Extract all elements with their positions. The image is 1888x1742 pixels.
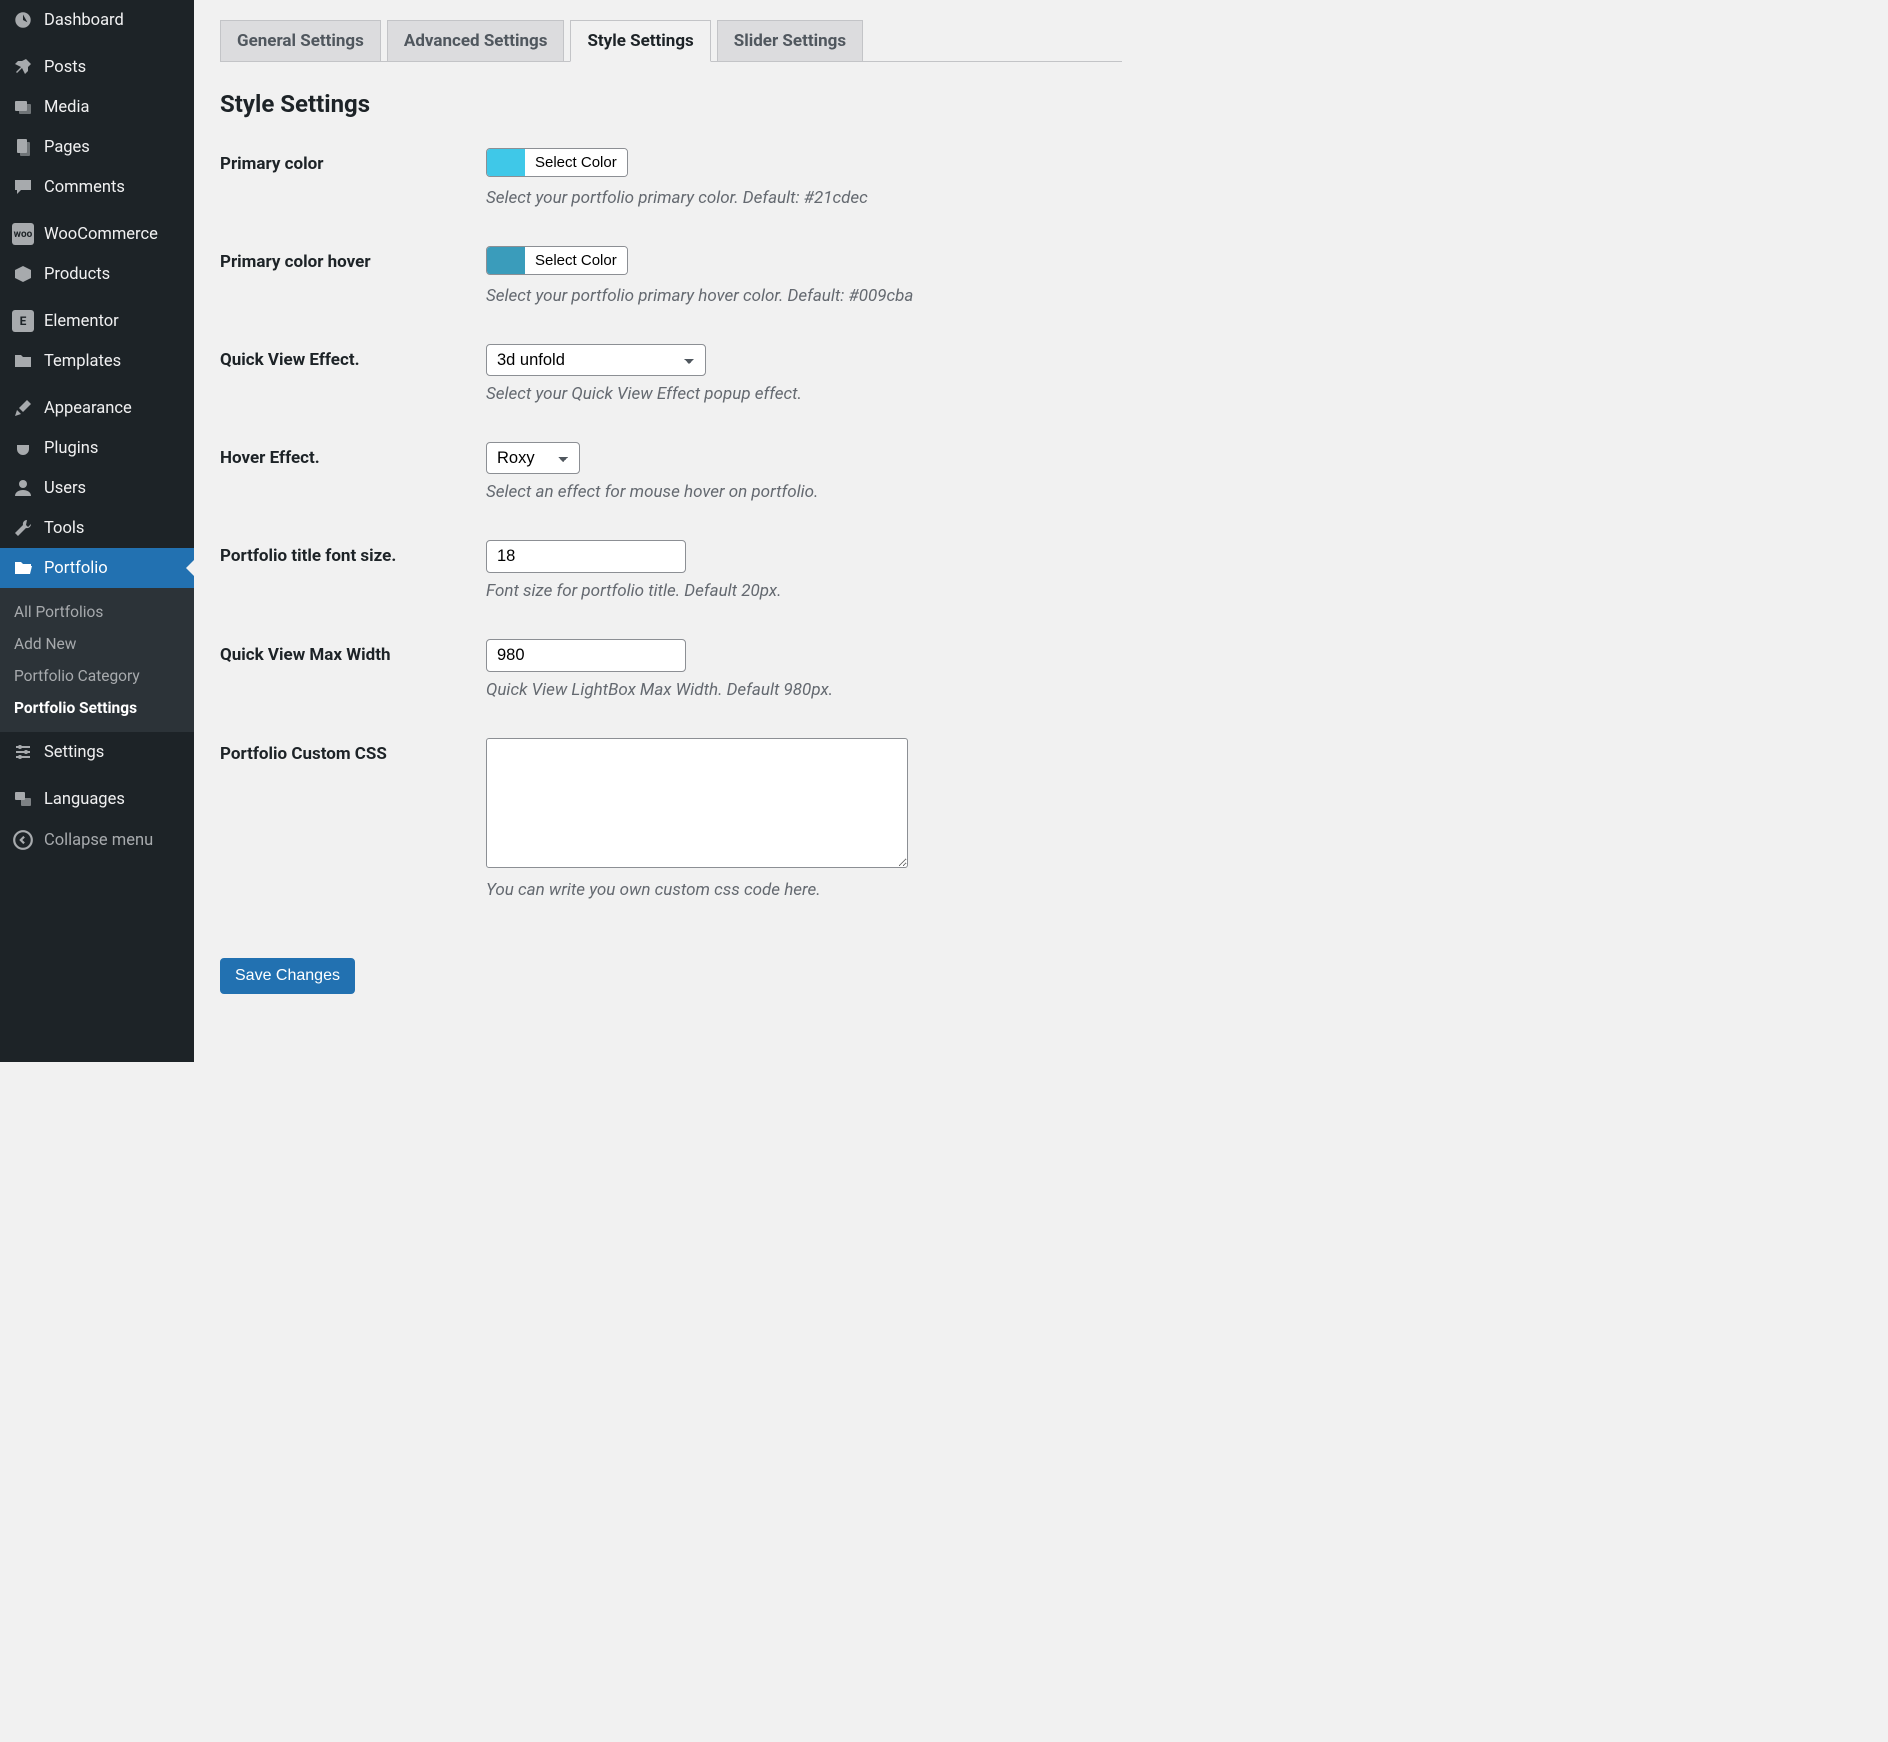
elementor-icon: E bbox=[12, 310, 34, 332]
sidebar-item-plugins[interactable]: Plugins bbox=[0, 428, 194, 468]
field-primary-color-hover: Primary color hover Select Color Select … bbox=[220, 246, 1122, 306]
settings-form: Primary color Select Color Select your p… bbox=[220, 148, 1122, 900]
field-description: Select your portfolio primary hover colo… bbox=[486, 286, 1122, 306]
sidebar-item-templates[interactable]: Templates bbox=[0, 341, 194, 381]
sidebar-item-products[interactable]: Products bbox=[0, 254, 194, 294]
select-color-button[interactable]: Select Color bbox=[525, 149, 627, 176]
field-label: Hover Effect. bbox=[220, 442, 486, 468]
field-description: Select an effect for mouse hover on port… bbox=[486, 482, 1122, 502]
save-button[interactable]: Save Changes bbox=[220, 958, 355, 994]
max-width-input[interactable] bbox=[486, 639, 686, 672]
submenu-portfolio-category[interactable]: Portfolio Category bbox=[0, 660, 194, 692]
sidebar-item-settings[interactable]: Settings bbox=[0, 732, 194, 772]
sidebar-item-comments[interactable]: Comments bbox=[0, 167, 194, 207]
page-title: Style Settings bbox=[220, 90, 1122, 118]
pin-icon bbox=[12, 56, 34, 78]
wrench-icon bbox=[12, 517, 34, 539]
box-icon bbox=[12, 263, 34, 285]
submenu-add-new[interactable]: Add New bbox=[0, 628, 194, 660]
woocommerce-icon: woo bbox=[12, 223, 34, 245]
title-font-size-input[interactable] bbox=[486, 540, 686, 573]
media-icon bbox=[12, 96, 34, 118]
plug-icon bbox=[12, 437, 34, 459]
field-label: Portfolio Custom CSS bbox=[220, 738, 486, 764]
sidebar-item-elementor[interactable]: E Elementor bbox=[0, 301, 194, 341]
primary-color-picker[interactable]: Select Color bbox=[486, 148, 628, 177]
sidebar-item-media[interactable]: Media bbox=[0, 87, 194, 127]
field-primary-color: Primary color Select Color Select your p… bbox=[220, 148, 1122, 208]
sidebar-item-label: Users bbox=[44, 479, 86, 498]
collapse-menu[interactable]: Collapse menu bbox=[0, 819, 194, 861]
tab-slider-settings[interactable]: Slider Settings bbox=[717, 20, 863, 61]
sidebar-item-label: Posts bbox=[44, 58, 86, 77]
sidebar-item-portfolio[interactable]: Portfolio bbox=[0, 548, 194, 588]
sidebar-item-label: Comments bbox=[44, 178, 125, 197]
admin-sidebar: Dashboard Posts Media Pages Comments bbox=[0, 0, 194, 1062]
sidebar-item-users[interactable]: Users bbox=[0, 468, 194, 508]
field-label: Portfolio title font size. bbox=[220, 540, 486, 566]
app-frame: Dashboard Posts Media Pages Comments bbox=[0, 0, 1148, 1062]
field-quick-view-max-width: Quick View Max Width Quick View LightBox… bbox=[220, 639, 1122, 700]
field-label: Primary color bbox=[220, 148, 486, 174]
sidebar-item-label: Elementor bbox=[44, 312, 119, 331]
submenu-all-portfolios[interactable]: All Portfolios bbox=[0, 596, 194, 628]
dashboard-icon bbox=[12, 9, 34, 31]
sidebar-item-label: Settings bbox=[44, 743, 104, 762]
sidebar-item-label: Tools bbox=[44, 519, 84, 538]
sidebar-item-label: Pages bbox=[44, 138, 90, 157]
field-label: Quick View Max Width bbox=[220, 639, 486, 665]
tab-style-settings[interactable]: Style Settings bbox=[570, 20, 710, 62]
settings-tabs: General Settings Advanced Settings Style… bbox=[220, 20, 1122, 62]
field-quick-view-effect: Quick View Effect. 3d unfold Select your… bbox=[220, 344, 1122, 404]
field-description: Quick View LightBox Max Width. Default 9… bbox=[486, 680, 1122, 700]
main-content: General Settings Advanced Settings Style… bbox=[194, 0, 1148, 1062]
submenu-portfolio-settings[interactable]: Portfolio Settings bbox=[0, 692, 194, 724]
tab-general-settings[interactable]: General Settings bbox=[220, 20, 381, 61]
field-hover-effect: Hover Effect. Roxy Select an effect for … bbox=[220, 442, 1122, 502]
sidebar-item-label: Plugins bbox=[44, 439, 98, 458]
sidebar-item-posts[interactable]: Posts bbox=[0, 47, 194, 87]
sidebar-item-label: WooCommerce bbox=[44, 225, 158, 244]
field-description: Select your portfolio primary color. Def… bbox=[486, 188, 1122, 208]
field-label: Quick View Effect. bbox=[220, 344, 486, 370]
sidebar-item-label: Appearance bbox=[44, 399, 132, 418]
field-label: Primary color hover bbox=[220, 246, 486, 272]
sidebar-item-appearance[interactable]: Appearance bbox=[0, 388, 194, 428]
sliders-icon bbox=[12, 741, 34, 763]
field-title-font-size: Portfolio title font size. Font size for… bbox=[220, 540, 1122, 601]
sidebar-item-label: Media bbox=[44, 98, 89, 117]
quick-view-effect-select[interactable]: 3d unfold bbox=[486, 344, 706, 376]
languages-icon bbox=[12, 788, 34, 810]
hover-effect-select[interactable]: Roxy bbox=[486, 442, 580, 474]
sidebar-item-label: Dashboard bbox=[44, 11, 124, 30]
tab-advanced-settings[interactable]: Advanced Settings bbox=[387, 20, 565, 61]
folder-open-icon bbox=[12, 557, 34, 579]
collapse-label: Collapse menu bbox=[44, 831, 153, 850]
select-color-button[interactable]: Select Color bbox=[525, 247, 627, 274]
sidebar-item-tools[interactable]: Tools bbox=[0, 508, 194, 548]
color-swatch bbox=[487, 247, 525, 274]
sidebar-item-label: Languages bbox=[44, 790, 125, 809]
comment-icon bbox=[12, 176, 34, 198]
field-custom-css: Portfolio Custom CSS You can write you o… bbox=[220, 738, 1122, 900]
user-icon bbox=[12, 477, 34, 499]
sidebar-item-pages[interactable]: Pages bbox=[0, 127, 194, 167]
color-swatch bbox=[487, 149, 525, 176]
custom-css-textarea[interactable] bbox=[486, 738, 908, 868]
sidebar-submenu: All Portfolios Add New Portfolio Categor… bbox=[0, 588, 194, 732]
primary-hover-color-picker[interactable]: Select Color bbox=[486, 246, 628, 275]
field-description: Select your Quick View Effect popup effe… bbox=[486, 384, 1122, 404]
sidebar-item-label: Templates bbox=[44, 352, 121, 371]
sidebar-item-dashboard[interactable]: Dashboard bbox=[0, 0, 194, 40]
pages-icon bbox=[12, 136, 34, 158]
sidebar-item-languages[interactable]: Languages bbox=[0, 779, 194, 819]
sidebar-item-label: Products bbox=[44, 265, 110, 284]
folder-icon bbox=[12, 350, 34, 372]
sidebar-item-label: Portfolio bbox=[44, 559, 108, 578]
field-description: You can write you own custom css code he… bbox=[486, 880, 1122, 900]
sidebar-item-woocommerce[interactable]: woo WooCommerce bbox=[0, 214, 194, 254]
brush-icon bbox=[12, 397, 34, 419]
collapse-icon bbox=[12, 829, 34, 851]
field-description: Font size for portfolio title. Default 2… bbox=[486, 581, 1122, 601]
